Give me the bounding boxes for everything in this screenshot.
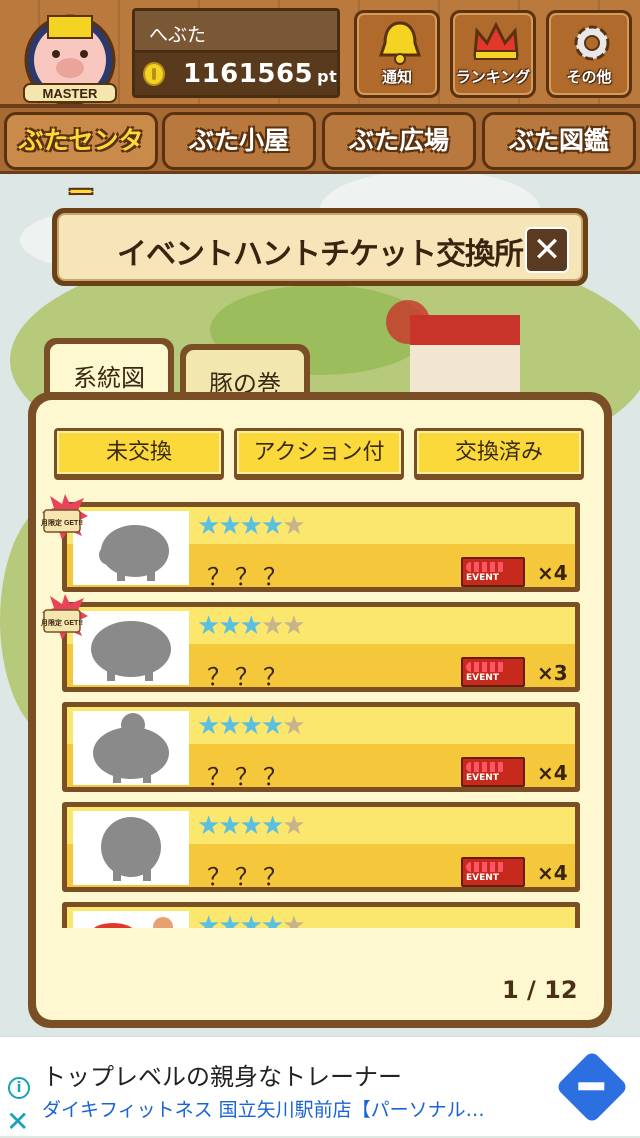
star-empty-icon: ★	[282, 811, 305, 841]
bell-icon	[378, 21, 422, 65]
event-ticket-icon: EVENT	[461, 557, 525, 587]
event-ticket-icon: EVENT	[461, 857, 525, 887]
item-count: ×4	[537, 561, 568, 585]
pig-thumbnail-icon	[73, 911, 189, 928]
pig-silhouette-icon	[73, 611, 189, 685]
star-filled-icon: ★	[239, 811, 263, 841]
item-name: ？？？	[207, 763, 291, 791]
star-filled-icon: ★	[239, 611, 263, 641]
star-empty-icon: ★	[282, 711, 305, 741]
page-indicator: 1 / 12	[502, 976, 578, 1004]
rank-badge-text: MASTER	[43, 86, 99, 101]
notification-label: 通知	[381, 68, 412, 86]
tab-scroll[interactable]: 豚の巻	[180, 344, 310, 398]
notification-button[interactable]: 通知	[354, 10, 440, 98]
star-filled-icon: ★	[239, 711, 263, 741]
star-filled-icon: ★	[197, 611, 220, 641]
star-filled-icon: ★	[218, 911, 241, 928]
star-filled-icon: ★	[239, 911, 263, 928]
star-filled-icon: ★	[218, 711, 241, 741]
tab-scroll-label: 豚の巻	[186, 350, 304, 398]
header-bar: MASTER へぶた 1161565 pt 通知 ランキング その他	[0, 0, 640, 108]
pig-silhouette-icon	[73, 811, 189, 885]
ad-forward-arrow-icon[interactable]	[555, 1050, 629, 1124]
master-avatar-icon[interactable]: MASTER	[14, 8, 126, 104]
rarity-stars: ★★★★★	[197, 711, 306, 741]
list-item[interactable]: ★★★★★ ？？？ EVENT ×4	[62, 802, 580, 892]
star-filled-icon: ★	[260, 811, 284, 841]
rarity-stars: ★★★★★	[197, 811, 306, 841]
ranking-label: ランキング	[455, 68, 531, 86]
points-display: 1161565 pt	[135, 53, 337, 95]
settings-label: その他	[566, 68, 612, 86]
coin-icon	[143, 62, 165, 86]
monthly-limited-badge: 月限定 GET!!	[40, 494, 88, 540]
list-item[interactable]: ★★★★★ ？？？ EVENT ×3	[62, 602, 580, 692]
star-empty-icon: ★	[260, 611, 284, 641]
list-item[interactable]: ★★★★★	[62, 902, 580, 928]
item-name: ？？？	[207, 663, 291, 691]
item-count: ×3	[537, 661, 568, 685]
filter-with-action-button[interactable]: アクション付	[234, 428, 404, 480]
ad-banner[interactable]: i ✕ トップレベルの親身なトレーナー ダイキフィットネス 国立矢川駅前店【パー…	[0, 1036, 640, 1138]
tab-buta-center[interactable]: ぶたセンター	[4, 112, 158, 207]
list-item[interactable]: ★★★★★ ？？？ EVENT ×4	[62, 502, 580, 592]
star-filled-icon: ★	[260, 711, 284, 741]
ranking-button[interactable]: ランキング	[450, 10, 536, 98]
pig-silhouette-icon	[73, 711, 189, 785]
points-unit: pt	[317, 67, 338, 86]
filter-unexchanged-label: 未交換	[57, 431, 221, 474]
monthly-limited-badge: 月限定 GET!!	[40, 594, 88, 640]
event-ticket-icon: EVENT	[461, 757, 525, 787]
monthly-badge-text: 月限定 GET!!	[40, 518, 83, 527]
item-name: ？？？	[207, 563, 291, 591]
star-filled-icon: ★	[218, 611, 241, 641]
star-filled-icon: ★	[218, 511, 241, 541]
list-item[interactable]: ★★★★★ ？？？ EVENT ×4	[62, 702, 580, 792]
dialog-title: イベントハントチケット交換所	[117, 237, 524, 272]
star-empty-icon: ★	[282, 911, 305, 928]
points-value: 1161565	[183, 59, 314, 89]
star-empty-icon: ★	[282, 511, 305, 541]
player-info-box: へぶた 1161565 pt	[132, 8, 340, 98]
event-ticket-icon: EVENT	[461, 657, 525, 687]
info-icon[interactable]: i	[8, 1077, 30, 1099]
rarity-stars: ★★★★★	[197, 911, 306, 928]
star-filled-icon: ★	[197, 711, 220, 741]
item-count: ×4	[537, 861, 568, 885]
item-list: ★★★★★ ？？？ EVENT ×4 ★★★★★ ？？？ EVENT ×3 ★★…	[0, 500, 640, 928]
tab-buta-koya[interactable]: ぶた小屋	[162, 112, 316, 170]
close-ad-icon[interactable]: ✕	[6, 1105, 29, 1138]
star-empty-icon: ★	[282, 611, 305, 641]
item-name: ？？？	[207, 863, 291, 891]
tab-buta-zukan[interactable]: ぶた図鑑	[482, 112, 636, 170]
ad-subline: ダイキフィットネス 国立矢川駅前店【パーソナル…	[42, 1099, 485, 1121]
player-name: へぶた	[135, 11, 337, 53]
star-filled-icon: ★	[218, 811, 241, 841]
star-filled-icon: ★	[239, 511, 263, 541]
filter-with-action-label: アクション付	[237, 431, 401, 474]
star-filled-icon: ★	[197, 811, 220, 841]
star-filled-icon: ★	[260, 911, 284, 928]
tab-buta-hiroba[interactable]: ぶた広場	[322, 112, 476, 170]
filter-unexchanged-button[interactable]: 未交換	[54, 428, 224, 480]
crown-icon	[473, 21, 519, 60]
settings-button[interactable]: その他	[546, 10, 632, 98]
star-filled-icon: ★	[197, 911, 220, 928]
star-filled-icon: ★	[197, 511, 220, 541]
star-filled-icon: ★	[260, 511, 284, 541]
filter-exchanged-label: 交換済み	[417, 431, 581, 474]
pig-silhouette-icon	[73, 511, 189, 585]
ad-headline: トップレベルの親身なトレーナー	[42, 1063, 402, 1091]
gear-icon	[574, 25, 610, 61]
dialog-title-box: イベントハントチケット交換所 ✕	[52, 208, 588, 286]
close-button[interactable]: ✕	[525, 227, 569, 273]
filter-exchanged-button[interactable]: 交換済み	[414, 428, 584, 480]
nav-tab-bar: ぶたセンター ぶた小屋 ぶた広場 ぶた図鑑	[0, 108, 640, 207]
monthly-badge-text: 月限定 GET!!	[40, 618, 83, 627]
rarity-stars: ★★★★★	[197, 511, 306, 541]
item-count: ×4	[537, 761, 568, 785]
rarity-stars: ★★★★★	[197, 611, 306, 641]
